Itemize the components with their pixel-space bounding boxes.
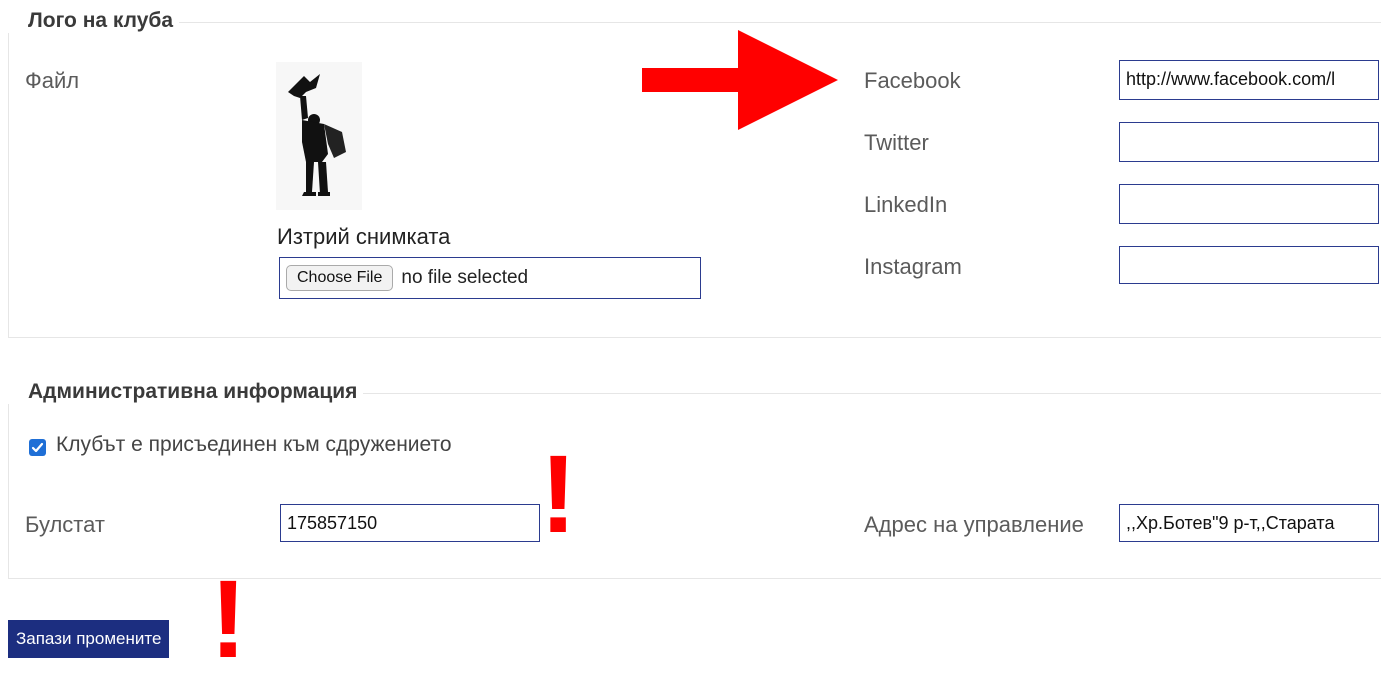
twitter-label: Twitter — [864, 130, 929, 155]
file-status-text: no file selected — [401, 267, 529, 288]
admin-fieldset: Административна информация — [8, 380, 1381, 579]
file-input[interactable]: Choose File no file selected — [279, 257, 701, 299]
address-input[interactable]: ,,Хр.Ботев"9 р-т,,Старата — [1119, 504, 1379, 542]
save-changes-button[interactable]: Запази промените — [8, 620, 170, 658]
choose-file-button[interactable]: Choose File — [286, 265, 394, 291]
bulstat-label: Булстат — [25, 512, 105, 537]
instagram-label: Instagram — [864, 254, 962, 279]
delete-image-link[interactable]: Изтрий снимката — [277, 224, 450, 250]
admin-legend: Административна информация — [8, 380, 364, 404]
facebook-label: Facebook — [864, 68, 961, 93]
exclamation-annotation-2: ! — [210, 558, 247, 681]
address-label: Адрес на управление — [864, 512, 1084, 537]
club-logo-figure-icon — [288, 74, 346, 196]
logo-legend: Лого на клуба — [8, 9, 180, 33]
member-checkbox-label: Клубът е присъединен към сдружението — [56, 433, 452, 456]
member-checkbox[interactable] — [29, 439, 46, 456]
twitter-input[interactable] — [1119, 122, 1379, 162]
instagram-input[interactable] — [1119, 246, 1379, 284]
club-logo-image — [276, 62, 362, 210]
linkedin-input[interactable] — [1119, 184, 1379, 224]
linkedin-label: LinkedIn — [864, 192, 948, 217]
exclamation-annotation: ! — [540, 433, 577, 556]
checkmark-icon — [31, 442, 44, 453]
red-arrow-annotation-icon — [642, 30, 838, 130]
facebook-input[interactable]: http://www.facebook.com/l — [1119, 60, 1379, 100]
bulstat-input[interactable]: 175857150 — [280, 504, 540, 542]
file-label: Файл — [25, 68, 80, 93]
